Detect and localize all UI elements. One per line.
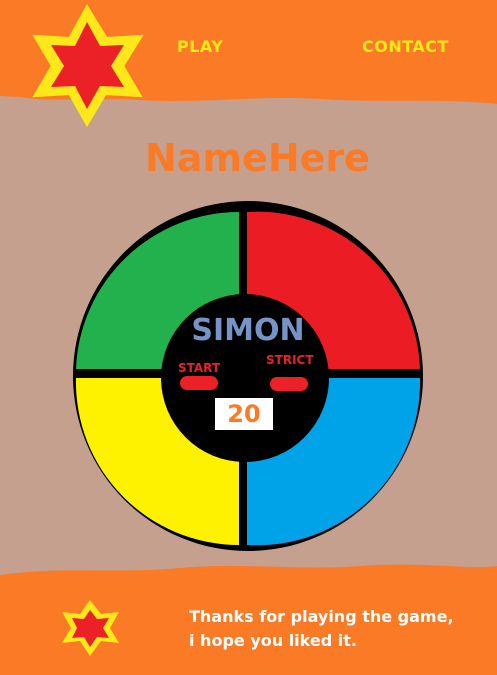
start-button[interactable]	[180, 376, 218, 390]
start-label: START	[178, 361, 221, 375]
footer-message: Thanks for playing the game, i hope you …	[189, 605, 454, 653]
footer-line-1: Thanks for playing the game,	[189, 607, 454, 626]
simon-board	[73, 201, 423, 551]
page-title: NameHere	[145, 136, 370, 180]
nav-contact-link[interactable]: CONTACT	[362, 37, 449, 56]
game-name: SIMON	[191, 313, 305, 348]
nav-play-link[interactable]: PLAY	[177, 37, 223, 56]
strict-label: STRICT	[266, 353, 314, 367]
footer-line-2: i hope you liked it.	[189, 631, 357, 650]
count-display: 20	[215, 398, 273, 430]
strict-button[interactable]	[270, 377, 308, 391]
